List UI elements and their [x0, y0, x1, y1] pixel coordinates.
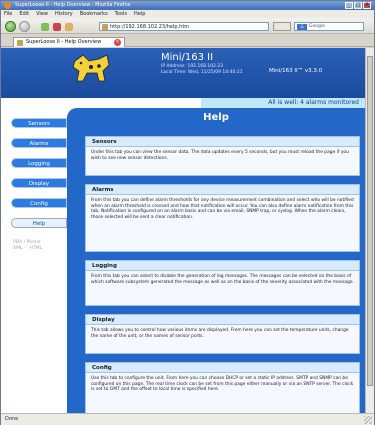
sidebar-item-display[interactable]: Display — [11, 178, 67, 188]
section-title: Alarms — [86, 185, 359, 195]
tab-close-icon[interactable]: × — [114, 39, 121, 46]
google-icon: G — [297, 24, 307, 30]
window-title: SuperLoose II - Help Overview - Mozilla … — [15, 2, 131, 8]
section-body: From this tab you can select to disable … — [91, 274, 354, 285]
page-viewport: Mini/163 II IP Address: 192.168.102.23 L… — [1, 48, 365, 413]
device-version: Mini/163 II™ v3.3.0 — [269, 68, 323, 74]
forward-icon[interactable] — [19, 21, 30, 32]
menu-view[interactable]: View — [36, 10, 48, 18]
menu-help[interactable]: Help — [134, 10, 145, 18]
tab-favicon-icon — [17, 40, 23, 46]
menu-bookmarks[interactable]: Bookmarks — [80, 10, 108, 18]
section-title: Config — [86, 363, 359, 373]
go-button[interactable] — [273, 22, 291, 31]
reload-icon[interactable] — [41, 23, 49, 31]
help-section-logging: Logging From this tab you can select to … — [85, 260, 360, 306]
help-section-display: Display This tab allows you to control h… — [85, 314, 360, 354]
menu-edit[interactable]: Edit — [19, 10, 29, 18]
search-input[interactable]: G Google — [294, 22, 364, 31]
help-section-config: Config Use this tab to configure the uni… — [85, 362, 360, 413]
tab-label: SuperLoose II - Help Overview — [26, 39, 102, 45]
section-title: Display — [86, 315, 359, 325]
close-button[interactable]: X — [363, 2, 371, 9]
home-icon[interactable] — [65, 23, 73, 31]
sidebar-item-logging[interactable]: Logging — [11, 158, 67, 168]
sidebar-item-sensors[interactable]: Sensors — [11, 118, 67, 128]
menu-tools[interactable]: Tools — [115, 10, 127, 18]
page-title: Help — [203, 112, 229, 123]
device-ip: IP Address: 192.168.102.23 — [161, 64, 224, 69]
browser-window: SuperLoose II - Help Overview - Mozilla … — [0, 0, 375, 425]
search-placeholder: Google — [309, 24, 325, 29]
back-icon[interactable] — [5, 21, 16, 32]
device-name: Mini/163 II — [161, 52, 214, 63]
status-bar: Done — [1, 413, 374, 425]
window-title-bar: SuperLoose II - Help Overview - Mozilla … — [1, 1, 374, 10]
stop-icon[interactable] — [53, 23, 61, 31]
sidebar-item-config[interactable]: Config — [11, 198, 67, 208]
section-title: Logging — [86, 261, 359, 271]
sidebar-item-help[interactable]: Help — [11, 218, 67, 228]
site-favicon-icon — [102, 24, 108, 30]
device-time: Local Time: Wed, 11/25/09 14:40:11 — [161, 70, 243, 75]
section-body: Use this tab to configure the unit. From… — [91, 376, 354, 393]
status-text: Done — [5, 416, 19, 422]
tab-strip: SuperLoose II - Help Overview × — [1, 34, 374, 47]
sidebar-item-alarms[interactable]: Alarms — [11, 138, 67, 148]
url-text: http://192.168.102.23/help.htm — [110, 24, 190, 30]
help-section-alarms: Alarms From this tab you can define alar… — [85, 184, 360, 252]
minimize-button[interactable]: _ — [345, 2, 353, 9]
firefox-icon — [4, 2, 11, 9]
device-header: Mini/163 II IP Address: 192.168.102.23 L… — [1, 48, 365, 98]
navigation-toolbar: http://192.168.102.23/help.htm G Google — [1, 18, 374, 34]
section-title: Sensors — [86, 137, 359, 147]
section-body: From this tab you can define alarm thres… — [91, 198, 354, 220]
url-bar[interactable]: http://192.168.102.23/help.htm — [99, 22, 269, 31]
alert-status: All is well: 4 alarms monitored — [201, 98, 365, 108]
maximize-button[interactable]: □ — [354, 2, 362, 9]
sidebar-footnote[interactable]: PDA / Phone XML · · HTML — [13, 240, 42, 252]
window-controls: _ □ X — [345, 2, 371, 9]
resize-grip-icon[interactable] — [364, 416, 372, 424]
menu-history[interactable]: History — [55, 10, 73, 18]
scrollbar-thumb[interactable] — [367, 56, 373, 386]
menu-file[interactable]: File — [4, 10, 12, 18]
section-body: This tab allows you to control how vario… — [91, 328, 349, 339]
sidebar-nav: Sensors Alarms Logging Display Config He… — [1, 108, 75, 413]
dog-logo-icon — [72, 54, 110, 82]
help-section-sensors: Sensors Under this tab you can view the … — [85, 136, 360, 176]
vertical-scrollbar[interactable] — [365, 48, 374, 413]
section-body: Under this tab you can view the sensor d… — [91, 150, 349, 161]
menu-bar: File Edit View History Bookmarks Tools H… — [1, 10, 374, 18]
tab-help-overview[interactable]: SuperLoose II - Help Overview × — [13, 37, 125, 47]
help-content: Help Sensors Under this tab you can view… — [67, 108, 365, 413]
